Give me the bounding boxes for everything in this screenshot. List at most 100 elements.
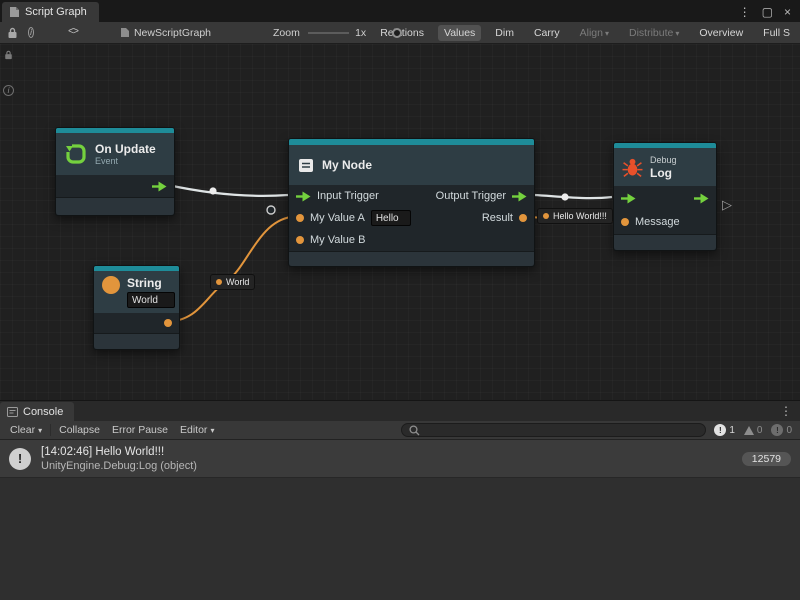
input-trigger-port[interactable] [296, 191, 311, 202]
log-message: [14:02:46] Hello World!!! [41, 445, 197, 459]
zoom-value: 1x [355, 27, 366, 39]
zoom-slider-track[interactable] [308, 32, 349, 34]
info-log-icon: ! [9, 448, 31, 470]
console-toolbar: Clear ▾ Collapse Error Pause Editor ▾ ! … [0, 421, 800, 440]
port-label: My Value A [310, 212, 365, 224]
relations-button[interactable]: Relations [374, 25, 430, 41]
edit-script-icon[interactable]: <> [68, 27, 78, 38]
node-subtitle: Event [95, 156, 156, 167]
unconnected-port-indicator [267, 206, 275, 214]
chevron-down-icon: ▾ [605, 29, 609, 38]
clear-button[interactable]: Clear ▾ [4, 423, 48, 438]
error-pause-button[interactable]: Error Pause [106, 423, 174, 438]
console-tab-bar: Console ⋮ [0, 400, 800, 421]
window-tab-bar: Script Graph ⋮ ▢ × [0, 0, 800, 22]
overview-button[interactable]: Overview [693, 25, 749, 41]
search-icon [409, 425, 420, 436]
output-trigger-port[interactable] [512, 191, 527, 202]
dim-button[interactable]: Dim [489, 25, 520, 41]
console-search[interactable] [401, 423, 706, 437]
node-debug-log[interactable]: Debug Log Message [613, 142, 717, 251]
node-footer [56, 197, 174, 215]
window-maximize-icon[interactable]: ▢ [762, 5, 773, 19]
collapse-button[interactable]: Collapse [53, 423, 106, 438]
node-header[interactable]: String [94, 271, 179, 313]
window-controls: ⋮ ▢ × [739, 5, 800, 22]
tab-script-graph[interactable]: Script Graph [2, 2, 99, 22]
search-input[interactable] [424, 425, 698, 436]
error-count: 0 [786, 425, 792, 436]
warning-count: 0 [757, 425, 763, 436]
align-dropdown[interactable]: Align▾ [574, 25, 615, 41]
window-menu-icon[interactable]: ⋮ [739, 5, 751, 19]
result-port[interactable] [519, 214, 527, 222]
window-close-icon[interactable]: × [784, 5, 791, 19]
wire-value-text: World [226, 277, 249, 287]
message-port[interactable] [621, 218, 629, 226]
node-header[interactable]: Debug Log [614, 148, 716, 186]
value-dot-icon [216, 279, 222, 285]
info-icon: ! [714, 424, 726, 436]
editor-dropdown[interactable]: Editor ▾ [174, 423, 220, 438]
unit-icon [297, 157, 315, 174]
log-text: [14:02:46] Hello World!!! UnityEngine.De… [41, 445, 197, 473]
node-title: My Node [322, 158, 372, 172]
node-footer [94, 333, 179, 349]
info-count: 1 [729, 425, 735, 436]
my-value-a-port[interactable] [296, 214, 304, 222]
zoom-label: Zoom [273, 27, 300, 39]
lock-icon[interactable] [7, 27, 18, 39]
node-title: On Update [95, 142, 156, 156]
values-button[interactable]: Values [438, 25, 481, 41]
log-entry[interactable]: ! [14:02:46] Hello World!!! UnityEngine.… [0, 440, 800, 478]
node-on-update[interactable]: On Update Event [55, 127, 175, 216]
graph-toolbar: i <> NewScriptGraph Zoom 1x Relations Va… [0, 22, 800, 44]
node-category: Debug [650, 155, 677, 166]
full-screen-button[interactable]: Full S [757, 25, 796, 41]
wire-value-chip-hello-world: Hello World!!! [537, 208, 613, 224]
zoom-slider[interactable] [308, 27, 349, 39]
connection-string-to-myvaluea[interactable] [167, 217, 291, 322]
console-tab-label: Console [23, 406, 63, 418]
chevron-down-icon: ▾ [210, 426, 214, 435]
node-my-node[interactable]: My Node Input Trigger Output Trigger My … [288, 138, 535, 267]
separator [50, 424, 51, 436]
node-string-literal[interactable]: String [93, 265, 180, 350]
warning-icon [744, 426, 754, 435]
carry-button[interactable]: Carry [528, 25, 566, 41]
string-value-input[interactable] [127, 292, 175, 308]
port-label: Input Trigger [317, 190, 379, 202]
console-menu-icon[interactable]: ⋮ [780, 404, 800, 421]
my-value-b-port[interactable] [296, 236, 304, 244]
flow-input-port[interactable] [621, 193, 636, 204]
error-icon: ! [771, 424, 783, 436]
connection-onupdate-to-mynode[interactable] [168, 185, 288, 196]
play-outline-icon: ▷ [722, 197, 732, 213]
connection-mynode-to-debuglog[interactable] [534, 195, 612, 198]
tab-console[interactable]: Console [0, 402, 74, 421]
distribute-dropdown[interactable]: Distribute▾ [623, 25, 685, 41]
value-output-port[interactable] [164, 319, 172, 327]
port-label: Message [635, 216, 680, 228]
node-header[interactable]: On Update Event [56, 133, 174, 175]
chevron-down-icon: ▾ [38, 426, 42, 435]
port-label: Result [482, 212, 513, 224]
connection-dot [209, 187, 216, 194]
my-value-a-input[interactable] [371, 210, 411, 226]
info-icon[interactable]: i [28, 27, 34, 38]
console-log-area[interactable]: ! [14:02:46] Hello World!!! UnityEngine.… [0, 440, 800, 600]
canvas-lock-icon[interactable] [2, 48, 15, 61]
canvas-info-icon[interactable]: i [2, 84, 15, 97]
bug-icon [622, 157, 643, 178]
warning-counter-toggle[interactable]: 0 [744, 425, 763, 436]
info-counter-toggle[interactable]: ! 1 [714, 424, 735, 436]
error-counter-toggle[interactable]: ! 0 [771, 424, 792, 436]
tab-title: Script Graph [25, 6, 87, 18]
graph-canvas[interactable]: i On Update Event [0, 44, 800, 400]
string-type-icon [102, 276, 120, 294]
flow-output-port[interactable] [152, 181, 167, 192]
zoom-slider-handle[interactable] [392, 28, 402, 38]
flow-output-port[interactable] [694, 193, 709, 204]
node-header[interactable]: My Node [289, 145, 534, 185]
graph-name: NewScriptGraph [120, 27, 211, 39]
